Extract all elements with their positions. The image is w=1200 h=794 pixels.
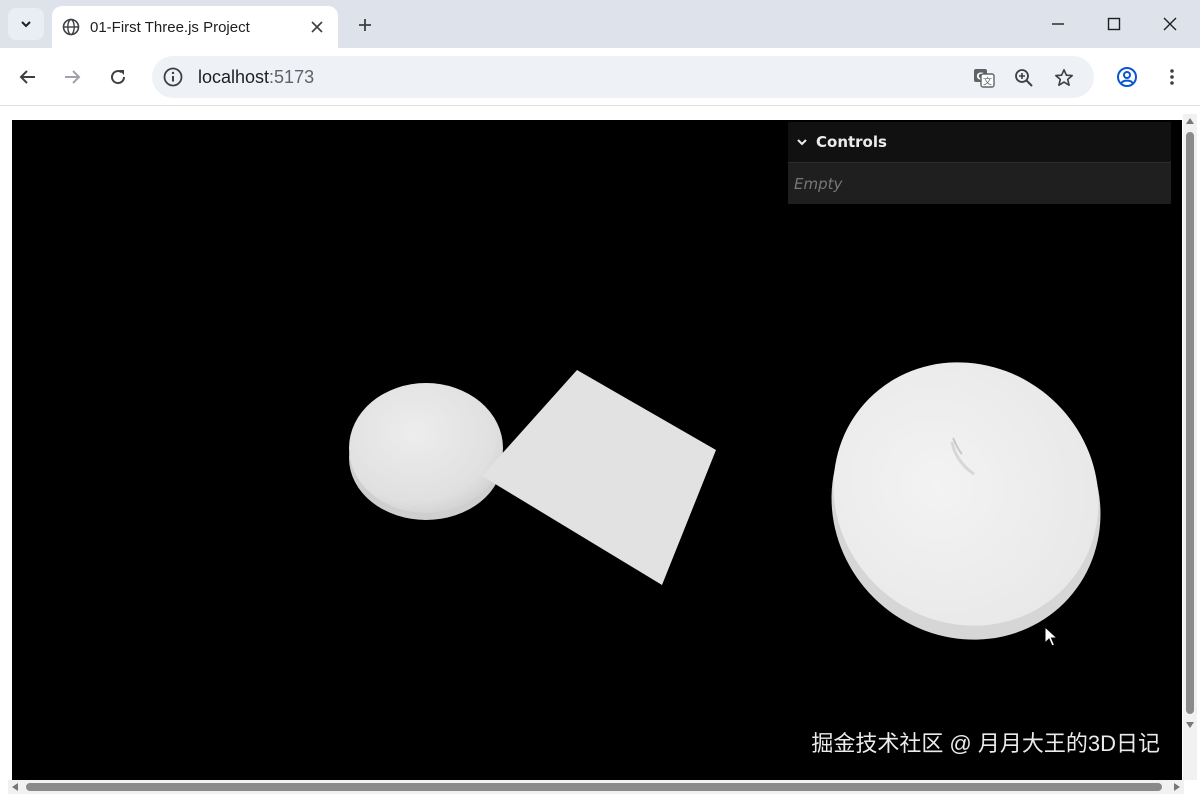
chevron-down-icon <box>797 139 807 146</box>
triangle-up-icon <box>1186 118 1194 124</box>
three-scene <box>349 362 1101 640</box>
page-viewport: Controls Empty 掘金技术社区 @ 月月大王的3D日记 <box>0 106 1200 794</box>
zoom-button[interactable] <box>1012 66 1036 90</box>
scroll-left-button[interactable] <box>8 780 22 794</box>
scroll-down-button[interactable] <box>1183 718 1197 732</box>
gui-panel: Controls Empty <box>788 122 1171 204</box>
tab-strip: 01-First Three.js Project <box>0 0 1200 48</box>
new-tab-button[interactable] <box>350 10 380 40</box>
tab-title: 01-First Three.js Project <box>90 18 250 36</box>
plane-mesh <box>482 370 716 585</box>
sphere-mesh <box>349 383 503 520</box>
close-icon <box>1163 17 1177 31</box>
profile-button[interactable] <box>1110 60 1144 94</box>
triangle-left-icon <box>12 783 18 791</box>
mouse-cursor-icon <box>1044 626 1059 647</box>
back-button[interactable] <box>11 60 45 94</box>
scroll-up-button[interactable] <box>1183 114 1197 128</box>
browser-menu-button[interactable] <box>1155 60 1189 94</box>
close-icon <box>311 21 323 33</box>
horizontal-scrollbar[interactable] <box>8 780 1184 794</box>
gui-header[interactable]: Controls <box>788 122 1171 162</box>
star-icon <box>1055 69 1073 86</box>
browser-toolbar: localhost:5173 G 文 <box>0 48 1200 106</box>
translate-icon: G 文 <box>974 69 995 88</box>
triangle-down-icon <box>1186 722 1194 728</box>
reload-button[interactable] <box>101 60 135 94</box>
globe-icon <box>62 18 80 36</box>
info-icon[interactable] <box>162 66 184 88</box>
zoom-icon <box>1015 69 1033 87</box>
minimize-icon <box>1052 23 1064 25</box>
svg-text:文: 文 <box>983 76 992 88</box>
tab-close-button[interactable] <box>306 16 328 38</box>
address-bar[interactable]: localhost:5173 G 文 <box>152 56 1094 98</box>
minimize-button[interactable] <box>1030 0 1086 48</box>
gui-title: Controls <box>816 133 887 151</box>
torus-mesh <box>831 362 1101 640</box>
triangle-right-icon <box>1174 783 1180 791</box>
profile-icon <box>1117 67 1137 87</box>
url-port: :5173 <box>269 67 315 87</box>
bookmark-button[interactable] <box>1052 66 1076 90</box>
scroll-right-button[interactable] <box>1170 780 1184 794</box>
active-tab[interactable]: 01-First Three.js Project <box>52 6 338 48</box>
url-host: localhost <box>198 67 270 87</box>
address-url[interactable]: localhost:5173 <box>198 56 314 98</box>
horizontal-scroll-thumb[interactable] <box>26 783 1162 791</box>
tab-search-button[interactable] <box>8 8 44 40</box>
vertical-scrollbar[interactable] <box>1183 114 1197 780</box>
close-window-button[interactable] <box>1142 0 1198 48</box>
gui-empty-label: Empty <box>794 174 843 193</box>
translate-button[interactable]: G 文 <box>972 66 996 90</box>
forward-arrow-icon <box>65 70 81 84</box>
watermark: 掘金技术社区 @ 月月大王的3D日记 <box>811 731 1160 756</box>
back-arrow-icon <box>19 70 35 84</box>
webgl-canvas[interactable]: Controls Empty 掘金技术社区 @ 月月大王的3D日记 <box>12 120 1182 780</box>
gui-empty-body: Empty <box>788 162 1171 204</box>
kebab-menu-icon <box>1170 69 1174 85</box>
maximize-icon <box>1107 17 1121 31</box>
forward-button[interactable] <box>55 60 89 94</box>
vertical-scroll-thumb[interactable] <box>1186 132 1194 714</box>
maximize-button[interactable] <box>1086 0 1142 48</box>
chevron-down-icon <box>21 21 31 28</box>
reload-icon <box>111 70 126 85</box>
plus-icon <box>359 19 371 31</box>
